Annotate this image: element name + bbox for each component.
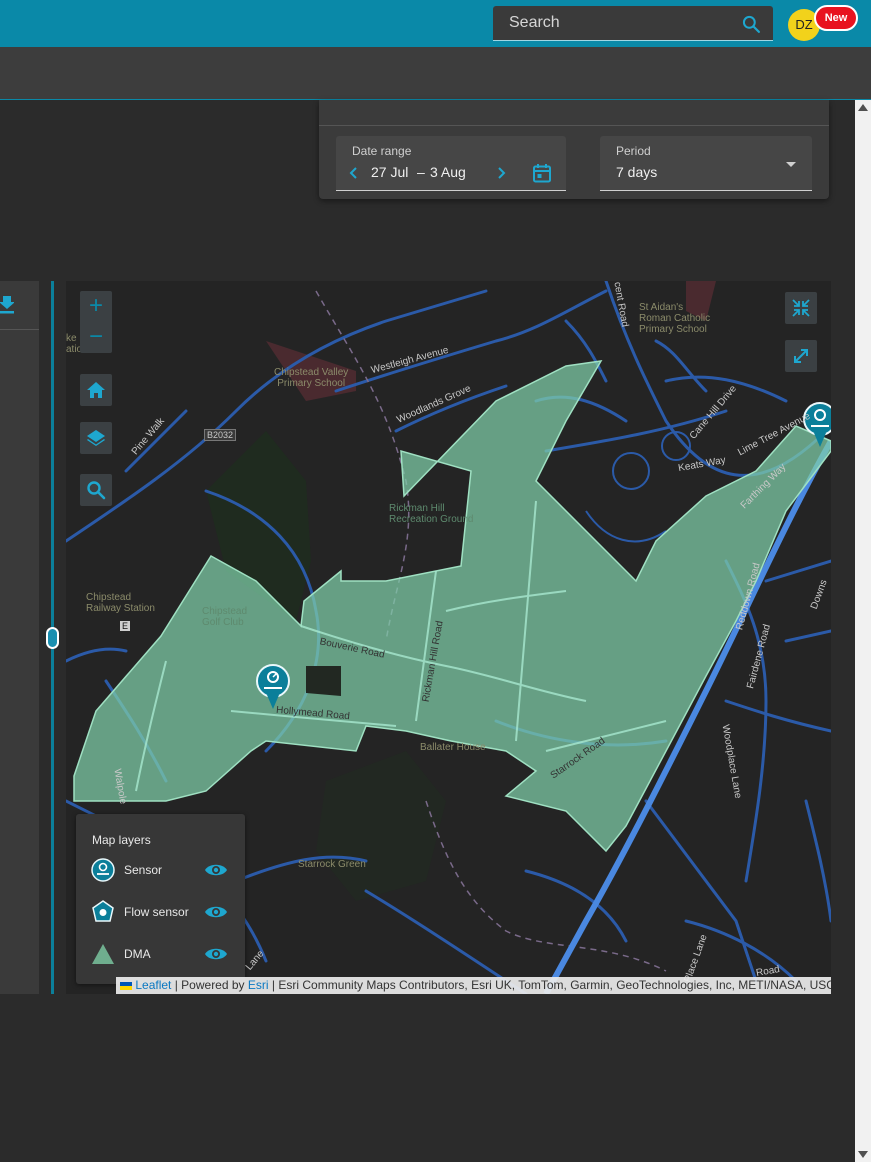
filter-panel: Date range 27 Jul – 3 Aug Period 7 days xyxy=(319,100,829,199)
fullscreen-button[interactable] xyxy=(785,340,817,372)
flow-sensor-icon xyxy=(92,900,114,922)
layers-button[interactable] xyxy=(80,422,112,454)
map-label-b2032: B2032 xyxy=(204,429,237,441)
eye-icon[interactable] xyxy=(204,861,228,879)
date-range-label: Date range xyxy=(352,144,412,158)
ukraine-flag-icon xyxy=(120,981,132,990)
expand-icon xyxy=(794,349,808,363)
woodland-area-2 xyxy=(316,751,446,901)
home-button[interactable] xyxy=(80,374,112,406)
search-box[interactable] xyxy=(493,6,773,41)
attribution-sources: Esri Community Maps Contributors, Esri U… xyxy=(278,978,831,992)
legend-row-dma: DMA xyxy=(90,941,240,967)
legend-label-sensor: Sensor xyxy=(124,863,163,877)
secondary-toolbar xyxy=(0,47,871,100)
map-label-railway-station: Chipstead Railway Station xyxy=(86,592,155,614)
powered-by-text: Powered by xyxy=(181,978,245,992)
map-label-st-aidans: St Aidan's Roman Catholic Primary School xyxy=(639,302,711,335)
scroll-up-arrow-icon[interactable] xyxy=(858,104,868,111)
legend-label-dma: DMA xyxy=(124,947,151,961)
card-divider xyxy=(0,329,39,330)
legend-title: Map layers xyxy=(92,833,151,847)
map-search-button[interactable] xyxy=(80,474,112,506)
map-label-golf-club: Chipstead Golf Club xyxy=(202,606,248,628)
map-label-ballater: Ballater House xyxy=(420,742,486,753)
splitter-handle[interactable] xyxy=(46,627,59,649)
date-range-end[interactable]: 3 Aug xyxy=(430,164,466,180)
download-icon[interactable] xyxy=(0,296,14,314)
calendar-icon[interactable] xyxy=(531,162,553,184)
left-side-card xyxy=(0,281,39,994)
scroll-down-arrow-icon[interactable] xyxy=(858,1151,868,1158)
chevron-right-icon[interactable] xyxy=(494,166,508,180)
legend-row-flow-sensor: Flow sensor xyxy=(90,899,240,925)
panel-divider xyxy=(319,125,829,126)
map-view[interactable]: Chipstead Valley Primary School St Aidan'… xyxy=(66,281,831,994)
date-range-separator: – xyxy=(417,164,425,180)
dma-polygon[interactable] xyxy=(73,360,831,853)
collapse-icon xyxy=(792,299,810,317)
esri-link[interactable]: Esri xyxy=(248,978,269,992)
dma-triangle-icon xyxy=(92,944,114,964)
search-icon[interactable] xyxy=(741,14,761,34)
collapse-map-button[interactable] xyxy=(785,292,817,324)
magnifier-icon xyxy=(87,481,106,500)
map-layers-legend: Map layers Sensor Flow sensor DMA xyxy=(76,814,245,984)
period-value[interactable]: 7 days xyxy=(616,164,657,180)
period-select[interactable]: Period 7 days xyxy=(600,136,812,191)
top-app-bar: DZ New xyxy=(0,0,871,47)
footpath-2 xyxy=(425,800,667,972)
eye-icon[interactable] xyxy=(204,903,228,921)
date-range-field[interactable]: Date range 27 Jul – 3 Aug xyxy=(336,136,566,191)
vertical-scrollbar[interactable] xyxy=(855,100,871,1162)
map-label-rail-e: E xyxy=(120,621,131,631)
dma-hole xyxy=(306,666,341,696)
map-label-starrock-green: Starrock Green xyxy=(298,859,366,870)
map-label-recreation: Rickman Hill Recreation Ground xyxy=(389,503,474,525)
leaflet-link[interactable]: Leaflet xyxy=(135,978,171,992)
map-label-ke: ke xyxy=(66,333,77,344)
map-attribution: Leaflet | Powered by Esri | Esri Communi… xyxy=(116,977,831,994)
home-icon xyxy=(87,382,105,398)
legend-row-sensor: Sensor xyxy=(90,857,240,883)
layers-icon xyxy=(87,430,105,446)
chevron-left-icon[interactable] xyxy=(347,166,361,180)
sensor-icon xyxy=(91,858,115,882)
date-range-start[interactable]: 27 Jul xyxy=(371,164,408,180)
map-label-school: Chipstead Valley Primary School xyxy=(274,367,349,389)
zoom-control: + − xyxy=(80,291,112,353)
search-input[interactable] xyxy=(493,6,733,40)
legend-label-flow-sensor: Flow sensor xyxy=(124,905,189,919)
zoom-in-button[interactable]: + xyxy=(80,291,112,322)
period-label: Period xyxy=(616,144,651,158)
zoom-out-button[interactable]: − xyxy=(80,322,112,353)
new-badge[interactable]: New xyxy=(814,5,858,31)
dropdown-arrow-icon[interactable] xyxy=(786,162,796,167)
eye-icon[interactable] xyxy=(204,945,228,963)
